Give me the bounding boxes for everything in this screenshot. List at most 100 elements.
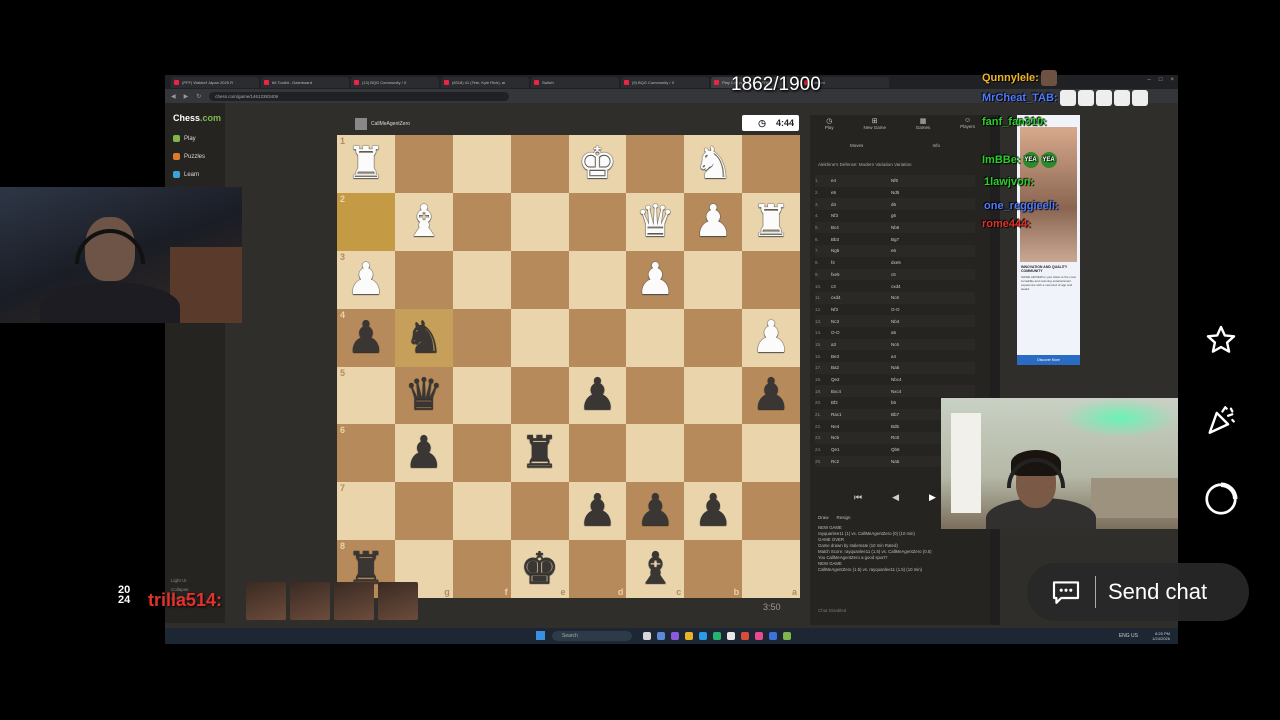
white-queen-icon[interactable]: ♛ [636,199,675,244]
move-san[interactable]: cxd4 [891,284,951,289]
first-move-icon[interactable]: ⏮ [854,492,862,506]
black-queen-icon[interactable]: ♛ [404,373,443,417]
board-square[interactable]: ♜ [742,192,800,251]
black-pawn-icon[interactable]: ♟ [578,373,617,417]
black-pawn-icon[interactable]: ♟ [693,489,732,533]
board-square[interactable] [510,192,569,251]
windows-start-icon[interactable] [536,631,545,640]
white-rook-icon[interactable]: ♜ [751,199,790,244]
board-square[interactable] [626,424,685,483]
move-san[interactable]: Bb3 [831,237,891,242]
board-square[interactable] [684,366,743,425]
black-pawn-icon[interactable]: ♟ [346,315,385,360]
board-square[interactable] [394,135,453,193]
white-pawn-icon[interactable]: ♟ [751,315,790,360]
move-san[interactable]: Rc2 [831,459,891,464]
board-square[interactable] [510,250,569,309]
next-move-icon[interactable]: ▶ [929,492,936,506]
browser-tab[interactable]: (9) BQG Community / X [621,76,709,88]
black-pawn-icon[interactable]: ♟ [404,431,443,475]
white-pawn-icon[interactable]: ♟ [636,257,675,302]
move-san[interactable]: Qe2 [831,377,891,382]
move-san[interactable]: Rac1 [831,412,891,417]
move-san[interactable]: f4 [831,260,891,265]
white-king-icon[interactable]: ♚ [578,141,617,186]
board-square[interactable] [742,135,800,193]
taskbar-app-icon[interactable] [685,632,693,640]
board-square[interactable]: 1 ♜ [337,135,395,193]
move-san[interactable]: Nc6 [891,342,951,347]
board-square[interactable] [626,366,685,425]
move-san[interactable]: Bxc4 [831,389,891,394]
board-square[interactable]: 3 ♟ [337,250,395,309]
board-square[interactable]: ♟ [626,482,685,541]
black-king-icon[interactable]: ♚ [520,547,559,591]
move-san[interactable]: Nbc4 [891,377,951,382]
move-san[interactable]: Nf6 [891,178,951,183]
taskbar-app-icon[interactable] [755,632,763,640]
board-square[interactable]: ♞ [394,308,453,367]
game-chat-input[interactable]: Chat Disabled [818,608,846,613]
board-square[interactable] [452,424,511,483]
sidebar-item-learn[interactable]: Learn [173,171,199,178]
tab-new-game[interactable]: ⊞ New Game [863,117,886,137]
board-square[interactable]: ♝ [394,192,453,251]
move-san[interactable]: e6 [891,248,951,253]
board-square[interactable]: ♟ [626,250,685,309]
move-san[interactable]: Nd5 [891,190,951,195]
browser-tab[interactable]: (8318) 41 (Tete, Kyle Rich), ar [441,76,529,88]
move-san[interactable]: cxd4 [831,295,891,300]
move-san[interactable]: Ne4 [831,424,891,429]
black-pawn-icon[interactable]: ♟ [636,489,675,533]
board-square[interactable]: ♜ [510,424,569,483]
board-square[interactable] [452,192,511,251]
board-square[interactable]: b [684,540,743,598]
board-square[interactable] [684,308,743,367]
tab-players[interactable]: ☺ Players [960,117,975,137]
opening-name[interactable]: Alekhine's Defense: Modern Variation Var… [818,162,912,167]
white-pawn-icon[interactable]: ♟ [346,257,385,302]
move-san[interactable]: Nc5 [831,435,891,440]
board-square[interactable] [742,250,800,309]
move-san[interactable]: Nf3 [831,307,891,312]
tab-games[interactable]: ▦ Games [916,117,931,137]
previous-move-icon[interactable]: ◀ [892,492,899,506]
taskbar-search[interactable]: Search [552,631,632,641]
board-square[interactable]: ♞ [684,135,743,193]
ad-cta-button[interactable]: Discover More [1017,355,1080,365]
board-square[interactable] [510,482,569,541]
move-san[interactable]: fxe5 [831,272,891,277]
move-san[interactable]: Na5 [891,365,951,370]
sidebar-item-puzzles[interactable]: Puzzles [173,153,205,160]
move-san[interactable]: e4 [831,178,891,183]
reload-icon[interactable]: ↻ [196,93,201,100]
move-san[interactable]: c5 [891,272,951,277]
board-square[interactable] [742,482,800,541]
system-tray[interactable]: ENG US [1119,633,1138,639]
board-square[interactable] [510,366,569,425]
board-square[interactable]: ♟ [684,482,743,541]
taskbar-app-icon[interactable] [699,632,707,640]
move-san[interactable]: O-O [891,307,951,312]
move-san[interactable]: a4 [891,354,951,359]
board-square[interactable] [452,135,511,193]
board-square[interactable] [626,308,685,367]
move-san[interactable]: Ba2 [831,365,891,370]
board-square[interactable] [452,366,511,425]
tab-play[interactable]: ◷ Play [825,117,834,137]
white-bishop-icon[interactable]: ♝ [404,199,443,244]
taskbar-app-icon[interactable] [783,632,791,640]
tab-info[interactable]: Info [932,143,940,153]
black-knight-icon[interactable]: ♞ [404,315,443,360]
taskbar-app-icon[interactable] [657,632,665,640]
avatar[interactable] [355,118,367,130]
move-san[interactable]: Qe1 [831,447,891,452]
board-square[interactable]: ♟ [394,424,453,483]
white-knight-icon[interactable]: ♞ [693,141,732,186]
board-square[interactable]: f [452,540,511,598]
move-san[interactable]: a5 [891,330,951,335]
board-square[interactable] [510,308,569,367]
url-field[interactable]: chess.com/game/14612383406 [209,91,510,101]
move-san[interactable]: c3 [831,284,891,289]
board-square[interactable]: e ♚ [510,540,569,598]
